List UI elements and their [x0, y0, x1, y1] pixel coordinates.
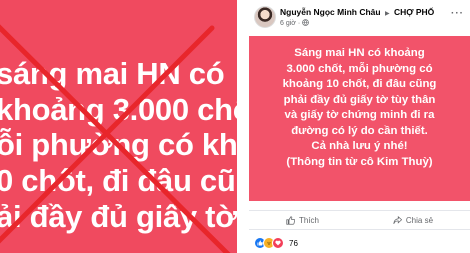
reaction-count: 76: [289, 238, 298, 248]
zoomed-post-crop: sáng mai HN có khoảng 3.000 chốt, ỗi phư…: [0, 0, 237, 253]
love-reaction-icon: [272, 237, 284, 249]
avatar[interactable]: [254, 6, 276, 28]
post-text-line: (Thông tin từ cô Kim Thuỳ): [286, 155, 433, 168]
post-text-line: Sáng mai HN có khoảng: [294, 47, 425, 59]
facebook-post: Nguyễn Ngọc Minh Châu ▶ CHỢ PHỐ 6 giờ · …: [249, 0, 470, 253]
post-header: Nguyễn Ngọc Minh Châu ▶ CHỢ PHỐ: [280, 7, 434, 17]
author-name[interactable]: Nguyễn Ngọc Minh Châu: [280, 7, 381, 17]
divider: [237, 0, 249, 253]
share-icon: [393, 215, 402, 224]
red-x-icon: [0, 24, 231, 253]
triangle-right-icon: ▶: [384, 11, 390, 17]
group-name[interactable]: CHỢ PHỐ: [394, 7, 434, 17]
like-label: Thích: [298, 215, 319, 225]
post-text-line: đường có lý do cần thiết.: [291, 124, 428, 137]
share-label: Chia sẻ: [405, 215, 434, 225]
reactions-summary[interactable]: 76: [254, 237, 298, 249]
post-text-line: Cả nhà lưu ý nhé!: [311, 140, 408, 152]
post-text-line: phải đầy đủ giấy tờ tùy thân: [283, 93, 436, 106]
post-meta: 6 giờ ·: [280, 19, 309, 27]
share-button[interactable]: Chia sẻ: [393, 215, 434, 225]
post-text-line: 3.000 chốt, mỗi phường có: [286, 62, 433, 75]
like-button[interactable]: Thích: [286, 216, 319, 225]
post-content: Sáng mai HN có khoảng 3.000 chốt, mỗi ph…: [249, 36, 470, 201]
post-text-line: và giấy tờ chứng minh đi ra: [284, 109, 435, 121]
thumbs-up-icon: [286, 215, 295, 225]
post-time[interactable]: 6 giờ: [280, 20, 296, 27]
post-actions: Thích Chia sẻ: [249, 210, 470, 230]
more-options-icon[interactable]: ···: [451, 8, 464, 19]
globe-icon: [302, 19, 309, 26]
post-text-line: khoảng 10 chốt, đi đâu cũng: [282, 78, 437, 90]
